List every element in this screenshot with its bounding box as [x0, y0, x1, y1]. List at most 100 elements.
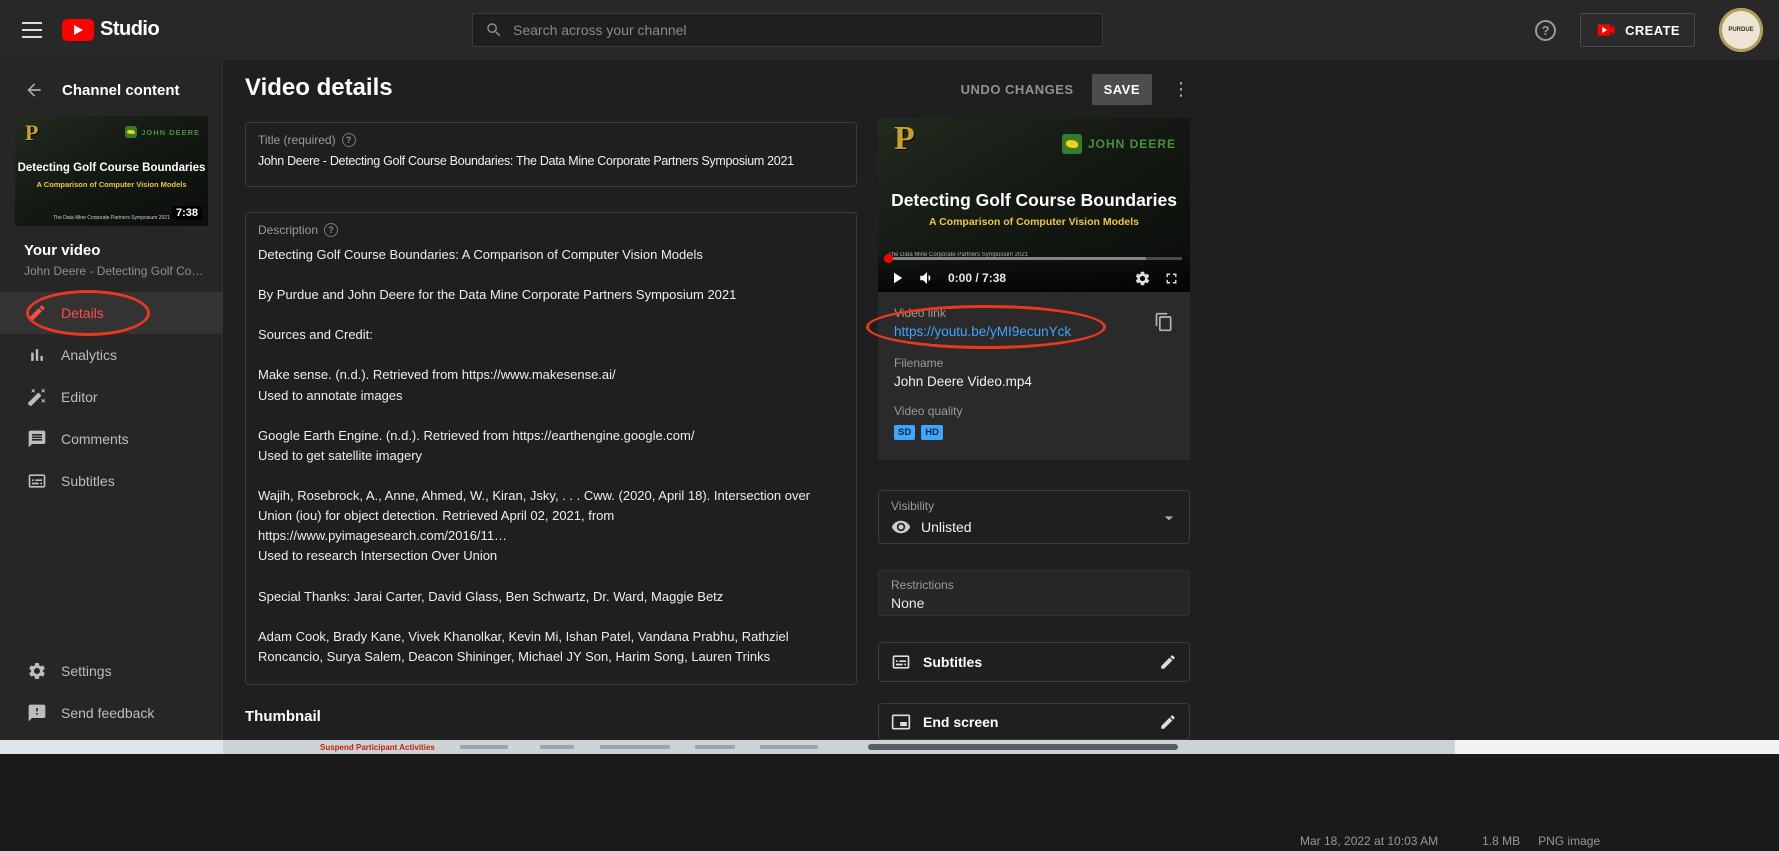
edit-subtitles-icon[interactable] — [1159, 653, 1177, 671]
horizontal-scrollbar[interactable] — [868, 744, 1178, 750]
sidebar-item-comments[interactable]: Comments — [0, 418, 222, 460]
description-help-icon[interactable]: ? — [324, 223, 338, 237]
player-settings-icon[interactable] — [1134, 270, 1151, 287]
subtitles-card[interactable]: Subtitles — [878, 642, 1190, 682]
your-video-label: Your video — [0, 226, 222, 259]
john-deere-logo: JOHN DEERE — [1062, 134, 1176, 154]
sidebar-item-details[interactable]: Details — [0, 292, 222, 334]
video-info-panel: Video link https://youtu.be/yMI9ecunYck … — [878, 292, 1190, 460]
duration-badge: 7:38 — [172, 206, 202, 220]
file-type: PNG image — [1538, 834, 1600, 848]
volume-icon[interactable] — [918, 269, 936, 287]
page-title: Video details — [245, 74, 393, 102]
search-input[interactable] — [513, 22, 1090, 38]
sidebar-item-subtitles[interactable]: Subtitles — [0, 460, 222, 502]
hamburger-menu-icon[interactable] — [22, 22, 42, 43]
sidebar-item-send-feedback[interactable]: Send feedback — [0, 692, 222, 734]
strip-left-fragment — [0, 740, 223, 754]
john-deere-wordmark: JOHN DEERE — [1088, 137, 1176, 151]
description-paragraph: By Purdue and John Deere for the Data Mi… — [258, 285, 844, 305]
gear-icon — [27, 661, 47, 681]
sidebar-item-label: Analytics — [61, 347, 117, 363]
comments-icon — [27, 429, 47, 449]
description-paragraph: Wajih, Rosebrock, A., Anne, Ahmed, W., K… — [258, 486, 844, 567]
video-thumbnail: P JOHN DEERE Detecting Golf Course Bound… — [15, 116, 208, 226]
sidebar-item-settings[interactable]: Settings — [0, 650, 222, 692]
description-value[interactable]: Detecting Golf Course Boundaries: A Comp… — [258, 245, 844, 667]
back-arrow-icon — [24, 80, 44, 100]
description-paragraph: Detecting Golf Course Boundaries: A Comp… — [258, 245, 844, 265]
save-button[interactable]: SAVE — [1092, 74, 1152, 105]
create-button[interactable]: CREATE — [1580, 13, 1695, 47]
back-to-channel-content[interactable]: Channel content — [0, 60, 222, 114]
progress-bar[interactable] — [886, 257, 1182, 260]
title-help-icon[interactable]: ? — [342, 133, 356, 147]
screenshot-root: Studio ? CREATE PURDUE Channel content — [0, 0, 1779, 851]
strip-fragment — [695, 745, 735, 749]
player-thumbnail-subtitle: A Comparison of Computer Vision Models — [878, 216, 1190, 228]
restrictions-label: Restrictions — [891, 578, 1177, 592]
purdue-logo: P — [25, 120, 38, 146]
sidebar-item-label: Editor — [61, 389, 98, 405]
video-name-truncated: John Deere - Detecting Golf Course … — [0, 259, 222, 292]
john-deere-logo: JOHN DEERE — [125, 126, 200, 138]
description-field[interactable]: Description ? Detecting Golf Course Boun… — [245, 212, 857, 685]
feedback-icon — [27, 703, 47, 723]
video-player[interactable]: P JOHN DEERE Detecting Golf Course Bound… — [878, 118, 1190, 292]
undo-changes-button[interactable]: UNDO CHANGES — [961, 82, 1074, 97]
sidebar-item-label: Comments — [61, 431, 129, 447]
restrictions-value: None — [891, 595, 1177, 611]
pencil-icon — [27, 303, 47, 323]
sidebar-footer: Settings Send feedback — [0, 650, 222, 740]
subtitles-icon — [27, 471, 47, 491]
sidebar-item-label: Subtitles — [61, 473, 115, 489]
video-quality-label: Video quality — [894, 404, 1174, 418]
thumbnail-subtitle: A Comparison of Computer Vision Models — [15, 180, 208, 189]
avatar-text: PURDUE — [1728, 27, 1753, 33]
title-label: Title (required) — [258, 133, 336, 147]
copy-icon[interactable] — [1154, 312, 1174, 332]
end-screen-icon — [891, 712, 911, 732]
chevron-down-icon[interactable] — [1159, 508, 1179, 528]
visibility-dropdown[interactable]: Visibility Unlisted — [878, 490, 1190, 544]
sidebar-item-label: Details — [61, 305, 104, 321]
player-controls: 0:00 / 7:38 — [878, 252, 1190, 292]
strip-right-fragment — [1455, 740, 1779, 754]
sidebar-item-editor[interactable]: Editor — [0, 376, 222, 418]
title-value[interactable]: John Deere - Detecting Golf Course Bound… — [258, 154, 844, 168]
page-actions: UNDO CHANGES SAVE ⋮ — [940, 74, 1192, 104]
video-link-label: Video link — [894, 306, 1174, 320]
thumbnail-section-label: Thumbnail — [245, 708, 321, 725]
sidebar-item-analytics[interactable]: Analytics — [0, 334, 222, 376]
sidebar-item-label: Settings — [61, 663, 112, 679]
help-icon[interactable]: ? — [1535, 20, 1556, 41]
topbar-right-cluster: ? CREATE PURDUE — [1535, 0, 1763, 60]
video-sidebar: Channel content P JOHN DEERE Detecting G… — [0, 60, 223, 740]
video-link[interactable]: https://youtu.be/yMI9ecunYck — [894, 324, 1071, 339]
file-info-bar: Mar 18, 2022 at 10:03 AM1.8 MBPNG image — [1300, 834, 1600, 848]
channel-avatar[interactable]: PURDUE — [1719, 8, 1763, 52]
restrictions-field[interactable]: Restrictions None — [878, 570, 1190, 616]
title-field[interactable]: Title (required) ? John Deere - Detectin… — [245, 122, 857, 187]
deere-emblem-icon — [1062, 134, 1082, 154]
end-screen-card-label: End screen — [923, 714, 998, 730]
youtube-play-icon — [62, 19, 94, 41]
end-screen-card[interactable]: End screen — [878, 703, 1190, 740]
deere-emblem-icon — [125, 126, 137, 138]
edit-end-screen-icon[interactable] — [1159, 713, 1177, 731]
channel-search[interactable] — [472, 13, 1103, 47]
file-size: 1.8 MB — [1482, 834, 1520, 848]
hd-badge: HD — [921, 425, 943, 440]
play-icon[interactable] — [888, 269, 906, 287]
strip-fragment — [460, 745, 508, 749]
visibility-value: Unlisted — [921, 519, 972, 535]
strip-fragment — [600, 745, 670, 749]
fullscreen-icon[interactable] — [1163, 270, 1180, 287]
youtube-studio-logo[interactable]: Studio — [62, 18, 159, 41]
studio-wordmark: Studio — [100, 18, 159, 41]
subtitles-icon — [891, 652, 911, 672]
create-label: CREATE — [1625, 23, 1680, 38]
time-display: 0:00 / 7:38 — [948, 271, 1006, 285]
strip-fragment — [760, 745, 818, 749]
more-options-icon[interactable]: ⋮ — [1170, 79, 1192, 100]
